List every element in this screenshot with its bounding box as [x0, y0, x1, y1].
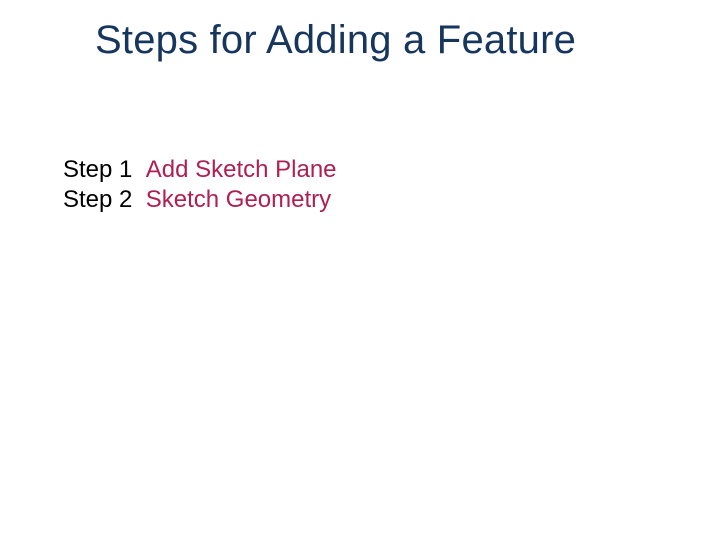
slide-title: Steps for Adding a Feature — [95, 18, 576, 63]
step-row: Step 1 Add Sketch Plane — [63, 155, 337, 185]
step-description: Sketch Geometry — [146, 186, 331, 213]
steps-list: Step 1 Add Sketch Plane Step 2 Sketch Ge… — [63, 155, 337, 215]
step-row: Step 2 Sketch Geometry — [63, 185, 337, 215]
step-label: Step 2 — [63, 186, 132, 213]
step-label: Step 1 — [63, 156, 132, 183]
step-description: Add Sketch Plane — [146, 156, 337, 183]
